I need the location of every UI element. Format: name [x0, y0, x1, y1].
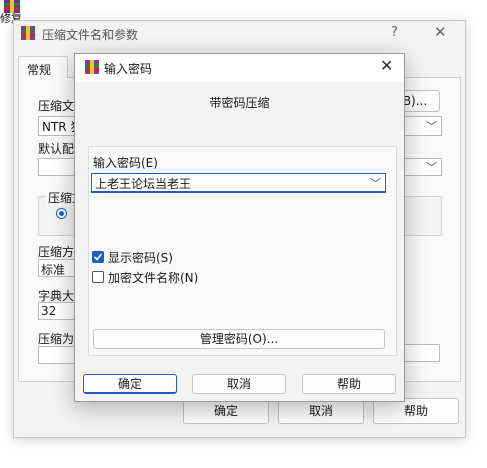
encrypt-file-names-checkbox[interactable]: [92, 271, 104, 283]
help-button[interactable]: 帮助: [302, 374, 396, 394]
dictionary-size-value: 32: [41, 304, 57, 318]
dialog-heading: 带密码压缩: [209, 96, 270, 110]
encrypt-file-names-label[interactable]: 加密文件名称(N): [108, 269, 198, 286]
chevron-down-icon[interactable]: ﹀: [370, 175, 381, 191]
format-radio[interactable]: [56, 208, 67, 219]
cancel-button[interactable]: 取消: [192, 374, 286, 394]
password-dialog-title: 输入密码: [104, 62, 153, 76]
chevron-down-icon[interactable]: ﹀: [426, 159, 437, 175]
show-password-checkbox[interactable]: [92, 251, 104, 263]
chevron-down-icon[interactable]: ﹀: [426, 118, 437, 134]
checkmark-icon: [93, 253, 103, 261]
winrar-icon: [84, 59, 100, 75]
ok-button[interactable]: 确定: [83, 374, 177, 394]
split-volumes-label: 压缩为: [38, 332, 75, 346]
default-profile-label: 默认配: [38, 142, 75, 156]
split-volumes-combo[interactable]: [38, 346, 78, 364]
password-value: 上老王论坛当老王: [95, 177, 192, 191]
close-icon[interactable]: ✕: [434, 23, 447, 41]
show-password-label[interactable]: 显示密码(S): [108, 249, 173, 266]
archive-settings-title: 压缩文件名和参数: [42, 28, 139, 42]
tab-general[interactable]: 常规: [18, 56, 68, 78]
password-label: 输入密码(E): [93, 156, 158, 170]
archive-settings-app-icon: [20, 25, 36, 44]
close-icon[interactable]: ✕: [380, 57, 393, 75]
archive-name-label: 压缩文: [38, 99, 75, 113]
compress-method-value: 标准: [41, 263, 66, 277]
compress-method-label: 压缩方: [38, 245, 75, 259]
options-field[interactable]: [402, 344, 440, 362]
tab-general-label: 常规: [27, 63, 52, 77]
manage-passwords-button[interactable]: 管理密码(O)...: [93, 329, 385, 349]
help-icon[interactable]: ?: [391, 25, 398, 40]
